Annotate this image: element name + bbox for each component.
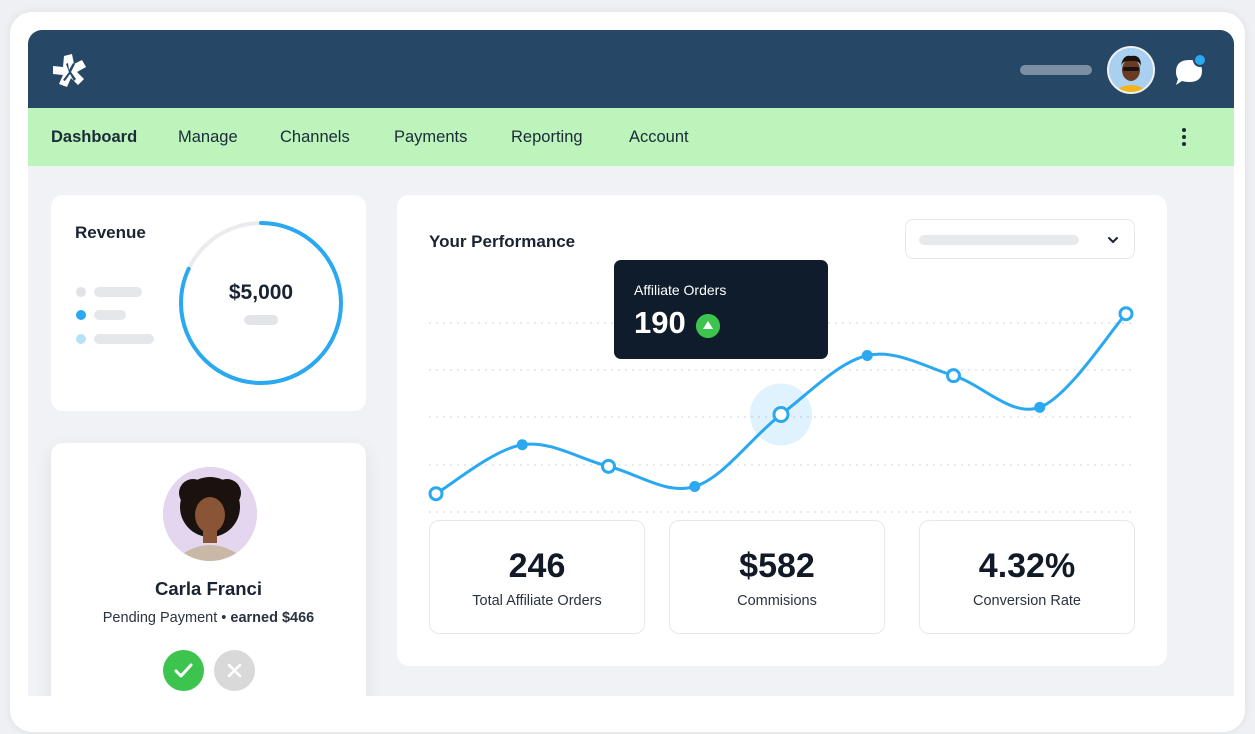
triangle-up-icon: [696, 314, 720, 338]
revenue-card: Revenue $5,000: [51, 195, 366, 411]
stat-total-orders: 246 Total Affiliate Orders: [429, 520, 645, 634]
nav-item-reporting[interactable]: Reporting: [511, 128, 583, 147]
nav-item-channels[interactable]: Channels: [280, 128, 350, 147]
search-placeholder-bar[interactable]: [1020, 65, 1092, 75]
legend-placeholder: [94, 287, 142, 297]
stat-conversion-rate: 4.32% Conversion Rate: [919, 520, 1135, 634]
pending-payment-card: Carla Franci Pending Payment • earned $4…: [51, 443, 366, 696]
revenue-title: Revenue: [75, 223, 146, 242]
legend-dot: [76, 334, 86, 344]
legend-placeholder: [94, 310, 126, 320]
stat-value: $582: [739, 547, 815, 585]
data-point[interactable]: [1118, 306, 1134, 322]
user-avatar: [163, 467, 257, 561]
data-point[interactable]: [861, 349, 873, 361]
nav-item-manage[interactable]: Manage: [178, 128, 238, 147]
data-point[interactable]: [772, 406, 790, 424]
chat-icon[interactable]: [1170, 50, 1210, 90]
tooltip-label: Affiliate Orders: [634, 282, 727, 298]
data-point[interactable]: [1034, 401, 1046, 413]
avatar-illustration: [1109, 48, 1153, 92]
user-status: Pending Payment • earned $466: [51, 610, 366, 626]
star-logo-icon[interactable]: [50, 52, 88, 90]
nav-item-account[interactable]: Account: [629, 128, 689, 147]
check-icon: [174, 663, 193, 678]
revenue-value: $5,000: [228, 281, 294, 304]
separator: •: [221, 610, 227, 626]
main-navigation: Dashboard Manage Channels Payments Repor…: [28, 108, 1234, 166]
data-point[interactable]: [689, 481, 701, 493]
stat-commissions: $582 Commisions: [669, 520, 885, 634]
legend-dot: [76, 310, 86, 320]
nav-item-dashboard[interactable]: Dashboard: [51, 128, 137, 147]
nav-item-payments[interactable]: Payments: [394, 128, 467, 147]
user-avatar-illustration: [163, 467, 257, 561]
stat-value: 4.32%: [978, 547, 1076, 585]
approve-button[interactable]: [163, 650, 204, 691]
more-vertical-icon[interactable]: [1178, 126, 1190, 148]
reject-button[interactable]: [214, 650, 255, 691]
x-icon: [227, 663, 242, 678]
user-name: Carla Franci: [155, 578, 262, 599]
top-bar: [28, 30, 1234, 108]
avatar[interactable]: [1107, 46, 1155, 94]
tooltip-value: 190: [634, 305, 686, 340]
stat-label: Total Affiliate Orders: [472, 593, 602, 609]
revenue-sub-placeholder: [244, 315, 278, 325]
stat-label: Conversion Rate: [973, 593, 1081, 609]
stat-value: 246: [508, 547, 566, 585]
earned-label: earned: [230, 610, 278, 626]
data-point[interactable]: [516, 439, 528, 451]
data-point[interactable]: [601, 458, 616, 474]
performance-line-chart: [428, 306, 1135, 513]
data-point[interactable]: [428, 486, 444, 502]
chart-tooltip: Affiliate Orders 190: [614, 260, 828, 359]
status-text: Pending Payment: [102, 610, 218, 626]
legend-placeholder: [94, 334, 154, 344]
dashboard-app: Dashboard Manage Channels Payments Repor…: [28, 30, 1234, 696]
earned-amount: $466: [281, 610, 315, 626]
performance-card: Your Performance Affiliate Orders 190 24…: [397, 195, 1167, 666]
legend-dot: [76, 287, 86, 297]
data-point[interactable]: [946, 368, 961, 384]
stat-label: Commisions: [737, 593, 817, 609]
